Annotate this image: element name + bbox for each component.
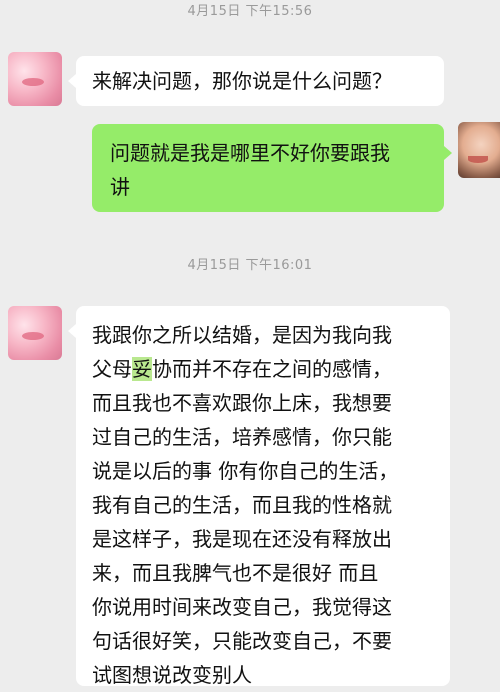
contact-avatar[interactable] xyxy=(8,306,62,360)
message-text-line: 说是以后的事 你有你自己的生活， xyxy=(92,459,399,483)
message-text-line: 我有自己的生活，而且我的性格就 xyxy=(92,493,392,517)
message-bubble-received[interactable]: 我跟你之所以结婚，是因为我向我 父母妥协而并不存在之间的感情， 而且我也不喜欢跟… xyxy=(68,306,450,687)
contact-avatar[interactable] xyxy=(8,52,62,106)
message-text-line: 是这样子，我是现在还没有释放出 xyxy=(92,527,392,551)
user-avatar[interactable] xyxy=(458,122,500,178)
message-text-line: 我跟你之所以结婚，是因为我向我 xyxy=(92,323,392,347)
message-text-line: 试图想说改变别人 xyxy=(92,663,252,687)
timestamp-1: 4月15日 下午15:56 xyxy=(187,4,313,19)
message-bubble-received[interactable]: 来解决问题，那你说是什么问题？ xyxy=(68,56,444,106)
message-text-line: 过自己的生活，培养感情，你只能 xyxy=(92,425,392,449)
message-bubble-sent[interactable]: 问题就是我是哪里不好你要跟我 讲 xyxy=(92,124,452,212)
message-text-segment: 父母 xyxy=(92,357,132,381)
message-text-line: 问题就是我是哪里不好你要跟我 xyxy=(110,141,390,165)
highlighted-character[interactable]: 妥 xyxy=(132,357,152,381)
message-text-line: 而且我也不喜欢跟你上床，我想要 xyxy=(92,391,392,415)
message-text: 来解决问题，那你说是什么问题？ xyxy=(92,69,392,93)
message-text-line: 父母妥协而并不存在之间的感情， xyxy=(92,352,450,386)
message-text-line: 来，而且我脾气也不是很好 而且 xyxy=(92,561,379,585)
message-text-line: 讲 xyxy=(110,175,130,199)
message-text-line: 你说用时间来改变自己，我觉得这 xyxy=(92,595,392,619)
timestamp-2: 4月15日 下午16:01 xyxy=(187,258,313,273)
message-text-segment: 协而并不存在之间的感情， xyxy=(152,357,392,381)
message-text-line: 句话很好笑，只能改变自己，不要 xyxy=(92,629,392,653)
